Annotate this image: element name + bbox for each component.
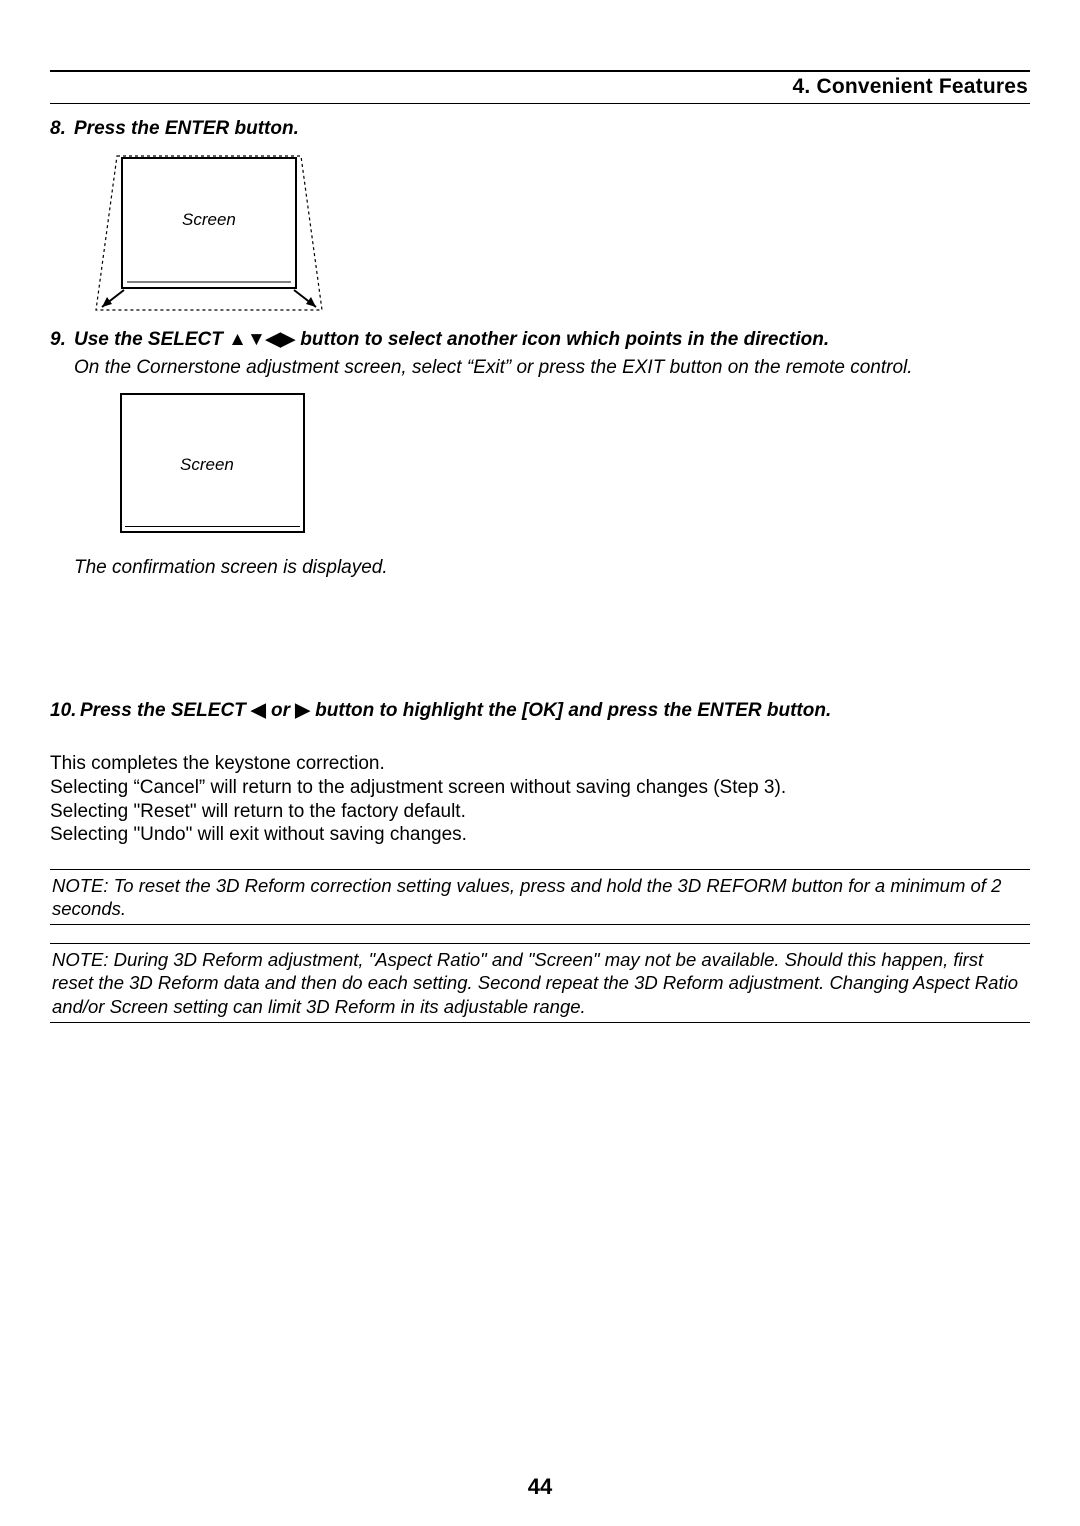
section-header: 4. Convenient Features	[50, 70, 1030, 104]
body-line-4: Selecting "Undo" will exit without savin…	[50, 823, 1030, 847]
body-paragraph: This completes the keystone correction. …	[50, 752, 1030, 847]
step-10-prefix: Press the SELECT	[80, 700, 251, 721]
left-arrow-icon: ◀	[251, 700, 266, 721]
step-10-mid: or	[266, 700, 296, 721]
step-8-heading: 8.Press the ENTER button.	[50, 118, 1030, 140]
trapezoid-svg	[94, 154, 324, 314]
step-9-prefix: Use the SELECT	[74, 329, 228, 350]
figure-trapezoid: Screen	[94, 154, 324, 314]
step-10-number: 10.	[50, 700, 80, 722]
right-arrow-icon: ▶	[295, 700, 310, 721]
page-number: 44	[0, 1474, 1080, 1500]
step-9-suffix: button to select another icon which poin…	[295, 329, 829, 350]
step-10-heading: 10.Press the SELECT ◀ or ▶ button to hig…	[50, 699, 1030, 722]
figure-rectangle: Screen	[120, 393, 305, 533]
figure-screen-label: Screen	[182, 210, 236, 230]
step-9-line2: On the Cornerstone adjustment screen, se…	[74, 357, 1030, 379]
select-arrows-icon: ▲▼◀▶	[228, 329, 295, 350]
figure-rectangle-inner-line	[125, 526, 300, 527]
body-line-1: This completes the keystone correction.	[50, 752, 1030, 776]
step-10-suffix: button to highlight the [OK] and press t…	[310, 700, 831, 721]
step-9-confirm: The confirmation screen is displayed.	[74, 557, 1030, 579]
body-line-2: Selecting “Cancel” will return to the ad…	[50, 776, 1030, 800]
figure-screen-label-2: Screen	[180, 455, 234, 475]
step-8-text: Press the ENTER button.	[74, 118, 299, 139]
step-9-number: 9.	[50, 329, 74, 351]
note-2: NOTE: During 3D Reform adjustment, "Aspe…	[50, 943, 1030, 1022]
note-1: NOTE: To reset the 3D Reform correction …	[50, 869, 1030, 925]
body-line-3: Selecting "Reset" will return to the fac…	[50, 800, 1030, 824]
page-content: 4. Convenient Features 8.Press the ENTER…	[50, 70, 1030, 1023]
step-9-heading: 9.Use the SELECT ▲▼◀▶ button to select a…	[50, 328, 1030, 351]
step-8-number: 8.	[50, 118, 74, 140]
